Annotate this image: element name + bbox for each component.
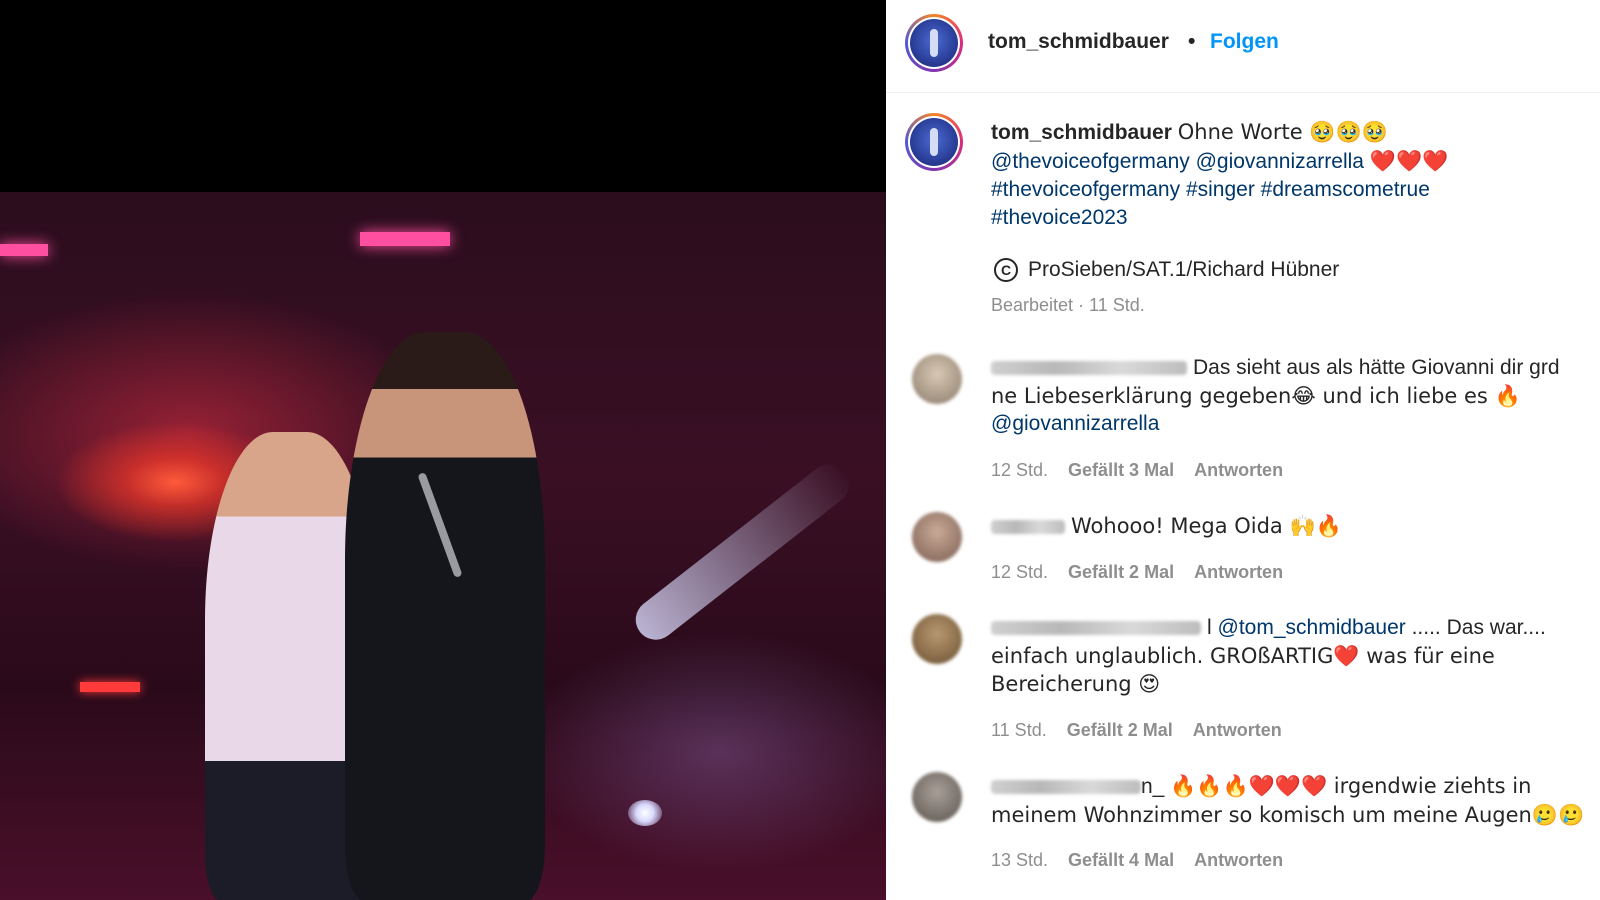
comment-mention[interactable]: @giovannizarrella [991,410,1591,438]
comment-text: meinem Wohnzimmer so komisch um meine Au… [991,803,1585,827]
caption-username[interactable]: tom_schmidbauer [991,121,1172,144]
comment-avatar[interactable] [912,512,962,562]
blurred-username[interactable] [991,520,1065,535]
post-caption: tom_schmidbauer Ohne Worte 🥹🥹🥹 @thevoice… [991,118,1591,232]
post-panel: tom_schmidbauer • Folgen tom_schmidbauer… [886,0,1600,900]
neon-light [360,232,450,246]
caption-avatar[interactable] [905,113,963,171]
spotlight-lamp [628,800,662,826]
comment-meta: 13 Std. Gefällt 4 Mal Antworten [991,850,1283,871]
follow-button[interactable]: Folgen [1210,30,1279,54]
comment-2: Wohooo! Mega Oida 🙌🔥 [991,512,1591,541]
avatar-image [910,19,958,67]
header-username[interactable]: tom_schmidbauer [988,30,1169,54]
username-fragment: n_ [1141,775,1165,798]
comment-3: l @tom_schmidbauer ..... Das war.... ein… [991,614,1591,698]
comment-likes[interactable]: Gefällt 2 Mal [1067,720,1173,741]
neon-light [0,244,48,256]
blurred-username[interactable] [991,361,1187,376]
stage-scene [0,192,886,900]
reply-button[interactable]: Antworten [1194,460,1283,481]
spotlight-beam [627,456,858,648]
comment-mention[interactable]: @tom_schmidbauer [1218,616,1406,639]
username-fragment: l [1207,616,1212,639]
reply-button[interactable]: Antworten [1193,720,1282,741]
comment-time[interactable]: 11 Std. [991,720,1047,741]
post-header: tom_schmidbauer • Folgen [886,0,1600,93]
comment-time[interactable]: 12 Std. [991,562,1048,583]
reply-button[interactable]: Antworten [1194,562,1283,583]
reply-button[interactable]: Antworten [1194,850,1283,871]
comment-likes[interactable]: Gefällt 2 Mal [1068,562,1174,583]
comment-text: Bereicherung 😍 [991,672,1161,696]
comment-meta: 11 Std. Gefällt 2 Mal Antworten [991,720,1282,741]
comment-avatar[interactable] [912,614,962,664]
edited-timestamp: Bearbeitet · 11 Std. [991,295,1145,315]
comment-avatar[interactable] [912,354,962,404]
comment-avatar[interactable] [912,772,962,822]
comment-1: Das sieht aus als hätte Giovanni dir grd… [991,354,1591,438]
comment-text: Das sieht aus als hätte Giovanni dir grd [1193,356,1560,379]
comment-text: Wohooo! Mega Oida 🙌🔥 [1071,514,1342,538]
photo-credit: C ProSieben/SAT.1/Richard Hübner [994,258,1339,282]
avatar-image [910,118,958,166]
blurred-username[interactable] [991,621,1201,636]
credit-text: ProSieben/SAT.1/Richard Hübner [1028,258,1340,281]
neon-light [80,682,140,692]
header-separator: • [1188,30,1196,53]
comment-text: einfach unglaublich. GROßARTIG❤️ was für… [991,644,1495,668]
comment-likes[interactable]: Gefällt 3 Mal [1068,460,1174,481]
caption-hearts: ❤️❤️❤️ [1369,149,1449,173]
comment-meta: 12 Std. Gefällt 2 Mal Antworten [991,562,1283,583]
caption-text: Ohne Worte 🥹🥹🥹 [1177,120,1388,144]
post-photo[interactable] [0,0,886,900]
caption-mentions[interactable]: @thevoiceofgermany @giovannizarrella [991,150,1364,173]
comment-time[interactable]: 12 Std. [991,460,1048,481]
avatar[interactable] [905,14,963,72]
comment-text: ne Liebeserklärung gegeben😂 und ich lieb… [991,384,1521,408]
caption-hashtag-thevoice2023[interactable]: #thevoice2023 [991,204,1591,232]
copyright-icon: C [994,258,1018,282]
caption-hashtags[interactable]: #thevoiceofgermany #singer #dreamscometr… [991,176,1591,204]
comment-text: 🔥🔥🔥❤️❤️❤️ irgendwie ziehts in [1170,774,1532,798]
comment-time[interactable]: 13 Std. [991,850,1048,871]
blurred-username[interactable] [991,780,1141,795]
comment-4: n_ 🔥🔥🔥❤️❤️❤️ irgendwie ziehts in meinem … [991,772,1591,829]
coach-figure [345,332,545,900]
comment-likes[interactable]: Gefällt 4 Mal [1068,850,1174,871]
comment-meta: 12 Std. Gefällt 3 Mal Antworten [991,460,1283,481]
comment-text: ..... Das war.... [1411,616,1546,639]
